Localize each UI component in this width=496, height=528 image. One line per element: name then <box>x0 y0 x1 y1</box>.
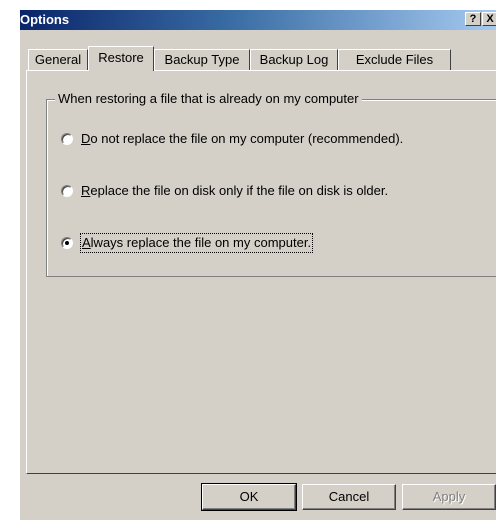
tab-exclude-files[interactable]: Exclude Files <box>338 49 451 70</box>
help-button[interactable]: ? <box>465 12 481 26</box>
label-text: o not replace the file on my computer (r… <box>90 131 404 146</box>
tab-strip: General Restore Backup Type Backup Log E… <box>28 46 496 71</box>
mnemonic: D <box>81 131 91 146</box>
ok-button[interactable]: OK <box>201 483 297 511</box>
label-text: lways replace the file on my computer. <box>90 235 312 250</box>
title-bar[interactable]: Options ? X <box>20 10 496 30</box>
tab-restore[interactable]: Restore <box>88 46 154 71</box>
window-title: Options <box>20 12 70 27</box>
mnemonic: R <box>81 183 91 198</box>
radio-button[interactable] <box>61 133 73 145</box>
radio-button-selected[interactable] <box>61 237 73 249</box>
label-text: eplace the file on disk only if the file… <box>90 183 389 198</box>
restore-behavior-group: When restoring a file that is already on… <box>46 91 496 277</box>
group-title: When restoring a file that is already on… <box>55 91 362 107</box>
option-label[interactable]: Replace the file on disk only if the fil… <box>81 182 388 200</box>
cancel-button[interactable]: Cancel <box>302 484 396 510</box>
option-label[interactable]: Do not replace the file on my computer (… <box>81 130 403 148</box>
option-label[interactable]: Always replace the file on my computer. <box>79 233 314 253</box>
restore-tab-panel: When restoring a file that is already on… <box>26 70 496 474</box>
options-dialog: Options ? X General Restore Backup Type … <box>19 10 496 520</box>
mnemonic: A <box>82 235 91 250</box>
apply-button[interactable]: Apply <box>402 484 496 510</box>
tab-general[interactable]: General <box>28 49 88 70</box>
radio-button[interactable] <box>61 185 73 197</box>
close-button[interactable]: X <box>482 12 496 26</box>
tab-backup-type[interactable]: Backup Type <box>154 49 250 70</box>
tab-backup-log[interactable]: Backup Log <box>250 49 338 70</box>
